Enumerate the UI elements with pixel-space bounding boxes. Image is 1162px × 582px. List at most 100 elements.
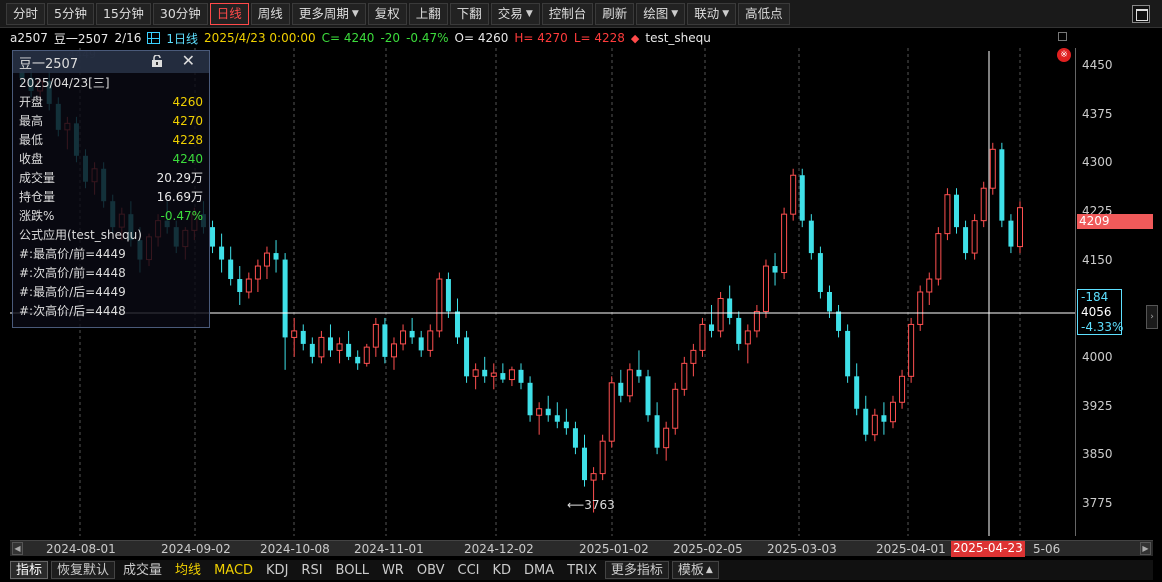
toolbar-button-0[interactable]: 分时 [6,2,46,25]
collapse-right-icon[interactable]: › [1146,305,1158,329]
candle [953,188,959,234]
toolbar-button-4[interactable]: 日线 [209,2,249,25]
high-value: H= 4270 [514,31,568,45]
candle [427,324,434,357]
indicator-tab-label: 指标 [16,562,43,578]
formula-title-row: 公式应用(test_shequ) [13,225,209,244]
panel-row-label: 涨跌% [19,209,55,223]
indicator-tab-6[interactable]: RSI [296,561,327,579]
date-axis[interactable]: ◀ ▶ 2024-08-01 2024-09-02 2024-10-08 2024-11-… [10,540,1153,557]
candle [935,227,942,286]
candle [336,337,343,364]
indicator-tab-label: KDJ [266,562,289,578]
candle [527,376,533,422]
date-tick: 2024-10-08 [260,542,330,556]
panel-date: 2025/04/23[三] [19,76,110,90]
grid-icon[interactable] [147,32,161,44]
price-tick: 3850 [1082,447,1113,462]
toolbar-button-1[interactable]: 5分钟 [47,2,94,25]
toolbar-button-13[interactable]: 绘图 ▼ [636,2,686,25]
panel-row-value: 4228 [172,132,203,147]
panel-row: 最高 4270 [13,111,209,130]
candle [309,337,315,364]
indicator-tab-7[interactable]: BOLL [331,561,374,579]
indicator-tab-14[interactable]: 更多指标 [604,561,669,579]
indicator-tab-15[interactable]: 模板 ▲ [671,561,719,579]
close-value: C= 4240 [321,31,375,45]
indicator-tab-1[interactable]: 恢复默认 [51,561,116,579]
candle [699,317,706,357]
toolbar-button-8[interactable]: 上翻 [408,2,448,25]
diamond-icon: ◆ [630,31,640,45]
panel-row-label: 持仓量 [19,190,56,204]
indicator-tab-label: 更多指标 [610,562,663,578]
toolbar-button-11[interactable]: 控制台 [541,2,594,25]
indicator-tab-label: BOLL [335,562,369,578]
indicator-tab-13[interactable]: TRIX [562,561,602,579]
contract-name: 豆一2507 [53,31,109,46]
indicator-tab-4[interactable]: MACD [209,561,258,579]
candle [817,246,823,299]
crosshair-pct: -4.33% [1081,320,1124,334]
candle [572,421,578,455]
toolbar-button-15[interactable]: 高低点 [738,2,790,25]
indicator-tab-11[interactable]: KD [488,561,517,579]
price-tick: 4300 [1082,155,1113,170]
candle [899,369,906,409]
indicator-tab-12[interactable]: DMA [519,561,559,579]
candle [799,168,805,228]
crosshair-date: 2025-04-23 [951,541,1025,557]
candle [926,272,933,305]
toolbar-button-9[interactable]: 下翻 [449,2,489,25]
candle [690,343,697,377]
candle [245,272,252,299]
indicator-tab-5[interactable]: KDJ [261,561,293,579]
candle [908,317,915,383]
candle [845,324,851,383]
contract-code: a2507 [10,31,48,45]
toolbar-button-label: 联动 [694,5,720,21]
toolbar-button-2[interactable]: 15分钟 [95,2,151,25]
candle [889,395,896,429]
indicator-tab-0[interactable]: 指标 [10,561,49,579]
scroll-right-icon[interactable]: ▶ [1140,542,1151,555]
toolbar-button-12[interactable]: 刷新 [595,2,635,25]
indicator-tab-9[interactable]: OBV [412,561,450,579]
candle [372,317,379,357]
panel-row: 收盘 4240 [13,149,209,168]
formula-line: #:次高价/后=4448 [13,301,209,320]
indicator-tab-10[interactable]: CCI [453,561,485,579]
toolbar-button-label: 高低点 [745,5,783,21]
panel-row: 持仓量 16.69万 [13,187,209,206]
panel-header[interactable]: 豆一2507 ✕ [13,51,209,73]
toolbar-button-label: 下翻 [456,5,482,21]
toolbar-button-5[interactable]: 周线 [250,2,290,25]
toolbar-button-10[interactable]: 交易 ▼ [490,2,540,25]
maximize-icon[interactable] [1132,5,1150,23]
toolbar-button-6[interactable]: 更多周期 ▼ [291,2,366,25]
indicator-tab-label: 恢复默认 [57,562,110,578]
bar-detail-panel[interactable]: 豆一2507 ✕ 2025/04/23[三] 开盘 4260 最高 4270 最低 422… [12,50,210,328]
candle [727,285,733,325]
toolbar-button-3[interactable]: 30分钟 [152,2,208,25]
candle [854,363,860,416]
toolbar-button-7[interactable]: 复权 [367,2,407,25]
indicator-tab-8[interactable]: WR [377,561,409,579]
candle [709,304,715,338]
candle [418,330,424,357]
indicator-tab-label: 成交量 [123,562,163,578]
candle [1008,214,1014,254]
unlock-icon[interactable] [151,55,163,67]
indicator-tab-label: MACD [214,562,254,578]
candle [464,330,470,383]
scroll-left-icon[interactable]: ◀ [12,542,23,555]
indicator-tab-label: KD [492,562,512,578]
panel-toggle-icon[interactable] [1058,32,1067,41]
last-price-label: 4209 [1077,214,1153,230]
indicator-tab-3[interactable]: 均线 [170,561,206,579]
indicator-tab-2[interactable]: 成交量 [118,561,167,579]
toolbar-button-14[interactable]: 联动 ▼ [687,2,737,25]
candle [736,311,742,351]
close-icon[interactable]: ✕ [182,53,195,69]
candle [917,285,924,331]
